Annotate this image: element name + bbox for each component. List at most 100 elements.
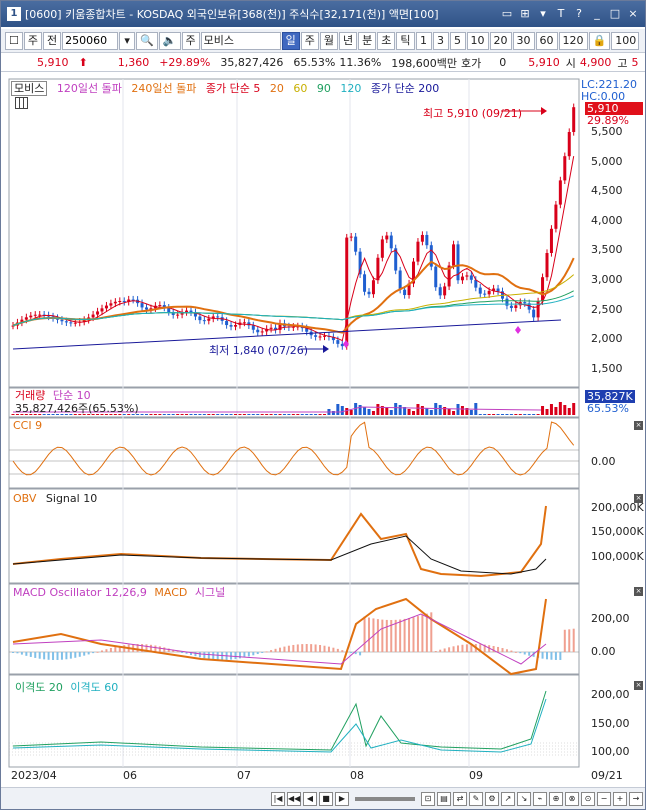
tool-icon-3[interactable]: ⌁ xyxy=(533,791,547,806)
interval-year[interactable]: 년 xyxy=(339,31,358,50)
compare-icon[interactable]: ⇄ xyxy=(453,791,467,806)
tool-icon-5[interactable]: ⊗ xyxy=(565,791,579,806)
candle-body xyxy=(24,317,28,320)
obv-legend-name[interactable]: OBV xyxy=(13,492,36,505)
preset-60[interactable]: 60 xyxy=(535,31,558,50)
adjust-button[interactable]: 전 xyxy=(43,31,62,50)
interval-tick[interactable]: 틱 xyxy=(396,31,415,50)
macd-osc-bar xyxy=(163,647,166,652)
macd-legend-osc[interactable]: MACD Oscillator 12,26,9 xyxy=(13,586,147,599)
period-type-button[interactable]: 주 xyxy=(23,31,42,50)
volume-bar xyxy=(567,408,571,415)
tool-icon-2[interactable]: ↘ xyxy=(517,791,531,806)
macd-legend-macd[interactable]: MACD xyxy=(154,586,187,599)
legend-ma20[interactable]: 20 xyxy=(270,82,284,95)
disparity-tick-200: 200,00 xyxy=(591,688,630,701)
obv-legend-signal[interactable]: Signal 10 xyxy=(46,492,97,505)
disparity-pane-close-icon[interactable]: × xyxy=(634,681,643,690)
legend-stock[interactable]: 모비스 xyxy=(11,81,48,96)
stop-icon[interactable]: ■ xyxy=(319,791,333,806)
macd-osc-bar xyxy=(256,652,259,655)
x-tick-last-date: 09/21 xyxy=(591,769,623,782)
tool-icon-6[interactable]: ⊙ xyxy=(581,791,595,806)
macd-osc-bar xyxy=(252,652,255,656)
maximize-button[interactable]: □ xyxy=(607,6,623,22)
legend-ma240-cross[interactable]: 240일선 돌파 xyxy=(131,82,196,95)
tool-icon-1[interactable]: ↗ xyxy=(501,791,515,806)
draw-icon[interactable]: ✎ xyxy=(469,791,483,806)
legend-ma60[interactable]: 60 xyxy=(293,82,307,95)
search-icon[interactable]: 🔍 xyxy=(136,31,158,50)
macd-osc-bar xyxy=(416,616,419,652)
cci-pane-close-icon[interactable]: × xyxy=(634,421,643,430)
volume-bar xyxy=(541,406,545,415)
interval-day[interactable]: 일 xyxy=(281,31,300,50)
volume-bar xyxy=(554,407,558,415)
zoom-fit-icon[interactable]: ⊡ xyxy=(421,791,435,806)
count-field[interactable]: 100 xyxy=(611,31,640,50)
interval-second[interactable]: 초 xyxy=(377,31,396,50)
stock-code-input[interactable] xyxy=(62,31,119,50)
scroll-first-icon[interactable]: |◀ xyxy=(271,791,285,806)
price-tick-1500: 1,500 xyxy=(591,362,623,375)
cci-legend[interactable]: CCI 9 xyxy=(13,419,42,432)
disparity-legend-60[interactable]: 이격도 60 xyxy=(70,681,118,694)
preset-3[interactable]: 3 xyxy=(432,31,449,50)
window-ctrl-2[interactable]: ⊞ xyxy=(517,6,533,22)
candle-body xyxy=(314,335,318,337)
macd-osc-bar xyxy=(568,629,571,652)
scroll-prev-icon[interactable]: ◀ xyxy=(303,791,317,806)
grid-toggle-icon[interactable] xyxy=(15,97,28,109)
legend-ma5[interactable]: 종가 단순 5 xyxy=(206,82,260,95)
interval-week[interactable]: 주 xyxy=(300,31,319,50)
preset-30[interactable]: 30 xyxy=(512,31,535,50)
legend-ma120[interactable]: 120 xyxy=(340,82,361,95)
window-ctrl-1[interactable]: ▭ xyxy=(499,6,515,22)
x-tick-09: 09 xyxy=(469,769,483,782)
disparity-legend-20[interactable]: 이격도 20 xyxy=(15,681,63,694)
interval-minute[interactable]: 분 xyxy=(358,31,377,50)
legend-ma90[interactable]: 90 xyxy=(317,82,331,95)
scroll-next-icon[interactable]: ▶ xyxy=(335,791,349,806)
stock-name-field[interactable]: 모비스 xyxy=(200,31,281,50)
interval-month[interactable]: 월 xyxy=(319,31,339,50)
lock-icon[interactable]: 🔒 xyxy=(588,31,611,50)
price-tick-4500: 4,500 xyxy=(591,184,623,197)
tool-icon-4[interactable]: ⊕ xyxy=(549,791,563,806)
volume-bar xyxy=(536,414,540,415)
code-dropdown-icon[interactable]: ▾ xyxy=(119,31,136,50)
pan-right-icon[interactable]: → xyxy=(629,791,643,806)
preset-1[interactable]: 1 xyxy=(415,31,432,50)
preset-120[interactable]: 120 xyxy=(558,31,588,50)
sound-icon[interactable]: 🔈 xyxy=(158,31,181,50)
macd-pane-close-icon[interactable]: × xyxy=(634,587,643,596)
zoom-out-icon[interactable]: − xyxy=(597,791,611,806)
macd-osc-bar xyxy=(514,651,517,653)
legend-ma200[interactable]: 종가 단순 200 xyxy=(371,82,439,95)
minimize-button[interactable]: _ xyxy=(589,6,605,22)
volume-bar xyxy=(420,406,424,415)
obv-pane-close-icon[interactable]: × xyxy=(634,494,643,503)
checkbox-icon[interactable]: ☐ xyxy=(5,31,23,50)
zoom-in-icon[interactable]: + xyxy=(613,791,627,806)
candle-body xyxy=(398,270,402,290)
candle-body xyxy=(318,336,322,338)
macd-legend-signal[interactable]: 시그널 xyxy=(195,586,225,599)
scroll-back-icon[interactable]: ◀◀ xyxy=(287,791,301,806)
preset-10[interactable]: 10 xyxy=(466,31,489,50)
candle-body xyxy=(496,288,500,292)
scroll-slider[interactable] xyxy=(355,796,415,801)
layout-icon[interactable]: ▤ xyxy=(437,791,451,806)
macd-osc-bar xyxy=(572,628,575,652)
volume-bar xyxy=(509,414,513,415)
window-ctrl-4[interactable]: T xyxy=(553,6,569,22)
window-ctrl-3[interactable]: ▾ xyxy=(535,6,551,22)
legend-ma120-cross[interactable]: 120일선 돌파 xyxy=(57,82,122,95)
preset-20[interactable]: 20 xyxy=(489,31,512,50)
help-button[interactable]: ? xyxy=(571,6,587,22)
preset-5[interactable]: 5 xyxy=(449,31,466,50)
macd-osc-bar xyxy=(158,646,161,652)
candle-body xyxy=(469,275,473,280)
settings-icon[interactable]: ⚙ xyxy=(485,791,499,806)
close-button[interactable]: × xyxy=(625,6,641,22)
